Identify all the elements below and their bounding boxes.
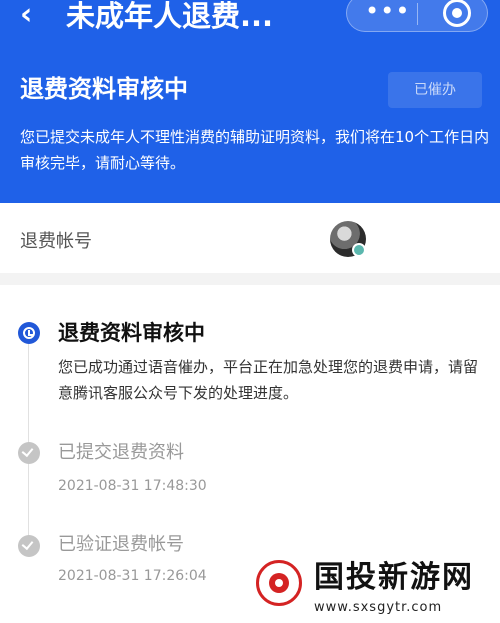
watermark: 国投新游网 www.sxsgytr.com bbox=[246, 554, 500, 623]
section-divider bbox=[0, 273, 500, 285]
timeline-step-time: 2021-08-31 17:48:30 bbox=[58, 478, 207, 494]
watermark-url: www.sxsgytr.com bbox=[314, 600, 443, 615]
urge-button[interactable]: 已催办 bbox=[388, 72, 482, 108]
verified-badge-icon bbox=[352, 243, 366, 257]
more-dots-icon[interactable]: ••• bbox=[365, 0, 410, 23]
capsule-divider bbox=[417, 3, 418, 25]
clock-icon bbox=[18, 322, 40, 344]
refund-account-row[interactable]: 退费帐号 bbox=[0, 203, 500, 273]
check-circle-icon bbox=[18, 535, 40, 557]
timeline-step-title: 已验证退费帐号 bbox=[58, 534, 184, 555]
watermark-logo-icon bbox=[256, 560, 302, 606]
mini-program-capsule: ••• bbox=[346, 0, 488, 32]
timeline-step-time: 2021-08-31 17:26:04 bbox=[58, 568, 207, 584]
navigation-bar: ‹ 未成年人退费... ••• bbox=[0, 0, 500, 44]
timeline-current-title: 退费资料审核中 bbox=[58, 321, 205, 345]
chevron-left-icon[interactable]: ‹ bbox=[20, 0, 32, 30]
status-title: 退费资料审核中 bbox=[20, 75, 188, 103]
status-header: ‹ 未成年人退费... ••• 退费资料审核中 已催办 您已提交未成年人不理性消… bbox=[0, 0, 500, 203]
target-circle-icon[interactable] bbox=[443, 0, 471, 27]
page-title: 未成年人退费... bbox=[66, 0, 274, 33]
watermark-text: 国投新游网 bbox=[314, 560, 474, 595]
check-circle-icon bbox=[18, 442, 40, 464]
account-label: 退费帐号 bbox=[20, 231, 92, 252]
status-description: 您已提交未成年人不理性消费的辅助证明资料，我们将在10个工作日内审核完毕，请耐心… bbox=[20, 128, 490, 172]
timeline-current-description: 您已成功通过语音催办，平台正在加急处理您的退费申请，请留意腾讯客服公众号下发的处… bbox=[58, 358, 479, 402]
timeline-step-title: 已提交退费资料 bbox=[58, 442, 184, 463]
